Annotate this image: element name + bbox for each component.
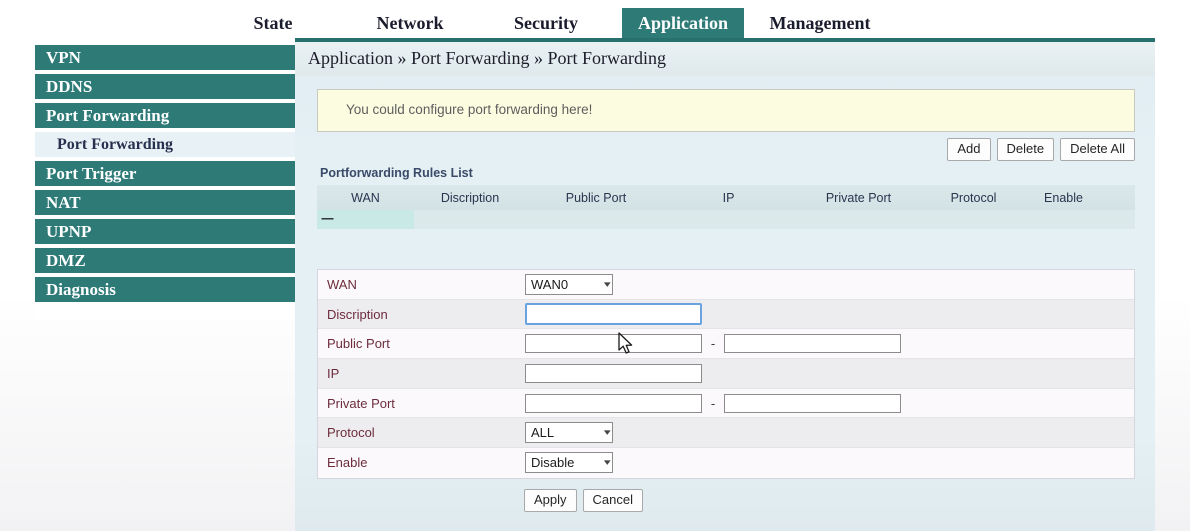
sidebar-item-nat[interactable]: NAT — [35, 190, 295, 217]
sidebar-item-vpn[interactable]: VPN — [35, 45, 295, 72]
sidebar-item-upnp[interactable]: UPNP — [35, 219, 295, 246]
enable-select[interactable]: Disable ▾ — [525, 452, 613, 473]
delete-button[interactable]: Delete — [997, 138, 1055, 161]
breadcrumb-bar: Application » Port Forwarding » Port For… — [295, 42, 1155, 76]
apply-button[interactable]: Apply — [524, 489, 577, 512]
nav-tab-management[interactable]: Management — [758, 8, 882, 40]
chevron-down-icon: ▾ — [604, 279, 611, 290]
sidebar-item-port-forwarding-sub[interactable]: Port Forwarding — [35, 132, 295, 159]
enable-select-value: Disable — [531, 455, 574, 470]
sidebar-item-port-forwarding[interactable]: Port Forwarding — [35, 103, 295, 130]
rules-action-buttons: Add Delete Delete All — [947, 138, 1135, 161]
wan-select[interactable]: WAN0 ▾ — [525, 274, 613, 295]
rules-list-title: Portforwarding Rules List — [320, 166, 473, 180]
cancel-button[interactable]: Cancel — [583, 489, 643, 512]
form-label-private-port: Private Port — [318, 396, 525, 411]
rules-col-protocol: Protocol — [926, 191, 1021, 205]
rules-col-wan: WAN — [317, 191, 414, 205]
info-banner-text: You could configure port forwarding here… — [346, 102, 592, 117]
nav-tab-network[interactable]: Network — [366, 8, 454, 40]
form-label-protocol: Protocol — [318, 425, 525, 440]
form-control-cell: - — [525, 394, 1134, 413]
form-row-private-port: Private Port - — [318, 389, 1134, 419]
form-row-protocol: Protocol ALL ▾ — [318, 418, 1134, 448]
sidebar-item-ddns[interactable]: DDNS — [35, 74, 295, 101]
private-port-input-end[interactable] — [724, 394, 901, 413]
sidebar-item-diagnosis[interactable]: Diagnosis — [35, 277, 295, 304]
form-control-cell — [525, 364, 1134, 383]
rules-col-private-port: Private Port — [791, 191, 926, 205]
form-label-wan: WAN — [318, 277, 525, 292]
private-port-range-separator: - — [702, 396, 724, 411]
chevron-down-icon: ▾ — [604, 457, 611, 468]
info-banner: You could configure port forwarding here… — [317, 89, 1135, 132]
form-control-cell: WAN0 ▾ — [525, 274, 1134, 295]
chevron-down-icon: ▾ — [604, 427, 611, 438]
form-control-cell: Disable ▾ — [525, 452, 1134, 473]
sidebar-item-port-trigger[interactable]: Port Trigger — [35, 161, 295, 188]
rules-col-discription: Discription — [414, 191, 526, 205]
form-label-enable: Enable — [318, 455, 525, 470]
delete-all-button[interactable]: Delete All — [1060, 138, 1135, 161]
router-admin-page: State Network Security Application Managemen… — [0, 0, 1190, 531]
ip-input[interactable] — [525, 364, 702, 383]
public-port-range-separator: - — [702, 336, 724, 351]
port-forwarding-form: WAN WAN0 ▾ Discription Public Port - IP Private… — [317, 269, 1135, 479]
form-row-wan: WAN WAN0 ▾ — [318, 270, 1134, 300]
form-label-public-port: Public Port — [318, 336, 525, 351]
form-label-ip: IP — [318, 366, 525, 381]
protocol-select-value: ALL — [531, 425, 554, 440]
form-control-cell: ALL ▾ — [525, 422, 1134, 443]
top-navigation: State Network Security Application Managemen… — [0, 0, 1190, 41]
rules-col-ip: IP — [666, 191, 791, 205]
form-row-public-port: Public Port - — [318, 329, 1134, 359]
form-row-discription: Discription — [318, 300, 1134, 330]
wan-select-value: WAN0 — [531, 277, 568, 292]
rules-list-section: Portforwarding Rules List WANDiscription… — [317, 166, 1135, 229]
form-control-cell: - — [525, 334, 1134, 353]
rules-col-enable: Enable — [1021, 191, 1106, 205]
sidebar-item-dmz[interactable]: DMZ — [35, 248, 295, 275]
nav-tab-security[interactable]: Security — [503, 8, 589, 40]
rules-table-header: WANDiscriptionPublic PortIPPrivate PortP… — [317, 185, 1135, 210]
public-port-input[interactable] — [525, 334, 702, 353]
nav-tab-state[interactable]: State — [236, 8, 310, 40]
discription-input[interactable] — [525, 303, 702, 325]
form-label-discription: Discription — [318, 307, 525, 322]
form-row-ip: IP — [318, 359, 1134, 389]
sidebar-menu: VPNDDNSPort ForwardingPort ForwardingPor… — [35, 45, 295, 320]
content-panel: Application » Port Forwarding » Port For… — [295, 42, 1155, 531]
public-port-input-end[interactable] — [724, 334, 901, 353]
nav-tab-application[interactable]: Application — [622, 8, 744, 40]
rules-col-public-port: Public Port — [526, 191, 666, 205]
form-submit-row: Apply Cancel — [317, 485, 1135, 515]
form-row-enable: Enable Disable ▾ — [318, 448, 1134, 478]
rules-table-empty-row: ---- — [317, 210, 1135, 229]
add-button[interactable]: Add — [947, 138, 990, 161]
protocol-select[interactable]: ALL ▾ — [525, 422, 613, 443]
breadcrumb: Application » Port Forwarding » Port For… — [308, 48, 666, 69]
private-port-input[interactable] — [525, 394, 702, 413]
rules-empty-marker: ---- — [321, 211, 333, 225]
form-control-cell — [525, 303, 1134, 325]
